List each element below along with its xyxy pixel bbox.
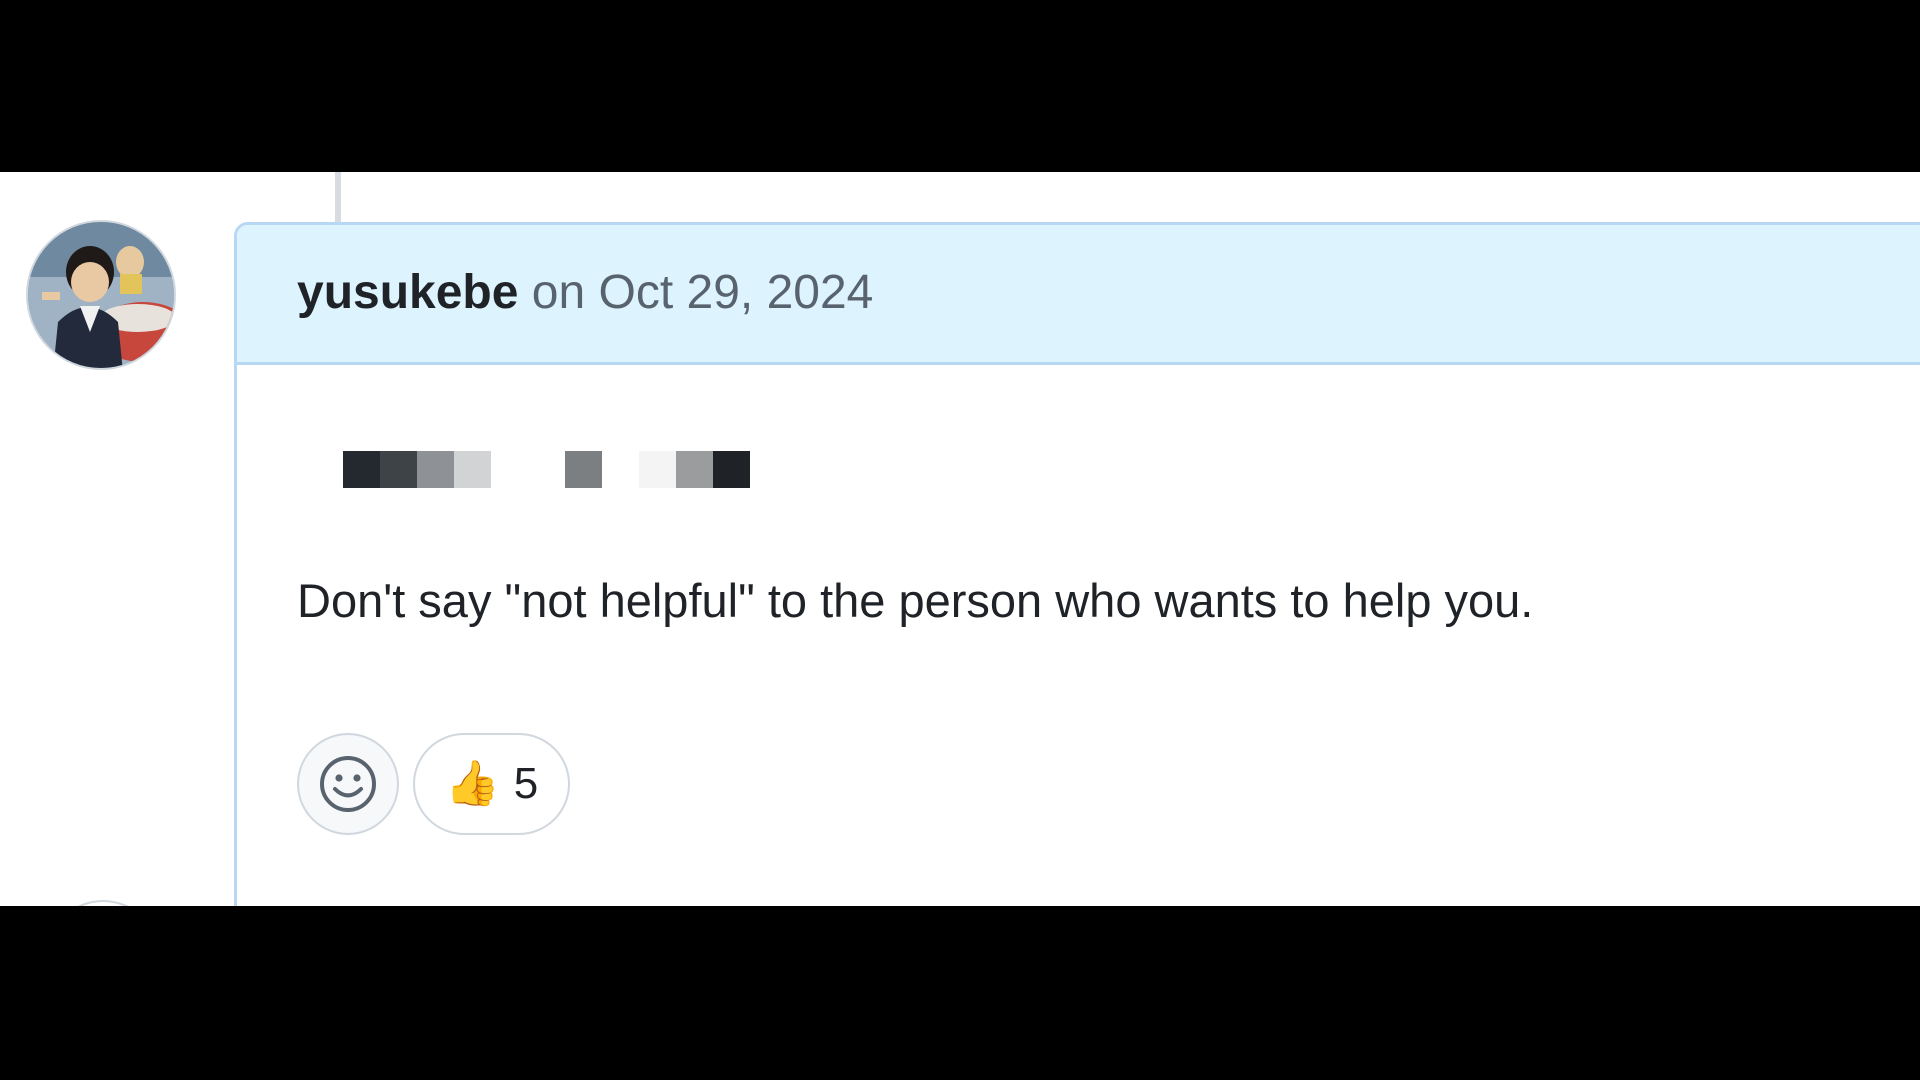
reaction-count: 5: [513, 759, 539, 808]
thumbs-up-icon: 👍: [445, 758, 500, 809]
comment-body: Don't say "not helpful" to the person wh…: [297, 574, 1534, 627]
author-link[interactable]: yusukebe: [297, 266, 518, 319]
reactions-bar: 👍 5: [297, 733, 571, 835]
letterbox-bottom: [0, 906, 1920, 1080]
timeline: yusukebe on Oct 29, 2024 Don't say "not …: [0, 172, 1920, 906]
add-reaction-button[interactable]: [297, 733, 399, 835]
reaction-thumbs-up[interactable]: 👍 5: [413, 733, 571, 835]
avatar-image: [28, 222, 174, 368]
redacted-content: [343, 451, 750, 489]
comment-card: yusukebe on Oct 29, 2024 Don't say "not …: [234, 222, 1920, 906]
comment-meta: yusukebe on Oct 29, 2024: [297, 263, 873, 323]
comment-timestamp[interactable]: on Oct 29, 2024: [532, 266, 874, 319]
comment-header: yusukebe on Oct 29, 2024: [237, 225, 1920, 365]
smiley-icon: [320, 756, 376, 812]
letterbox-top: [0, 0, 1920, 172]
avatar[interactable]: [26, 220, 176, 370]
